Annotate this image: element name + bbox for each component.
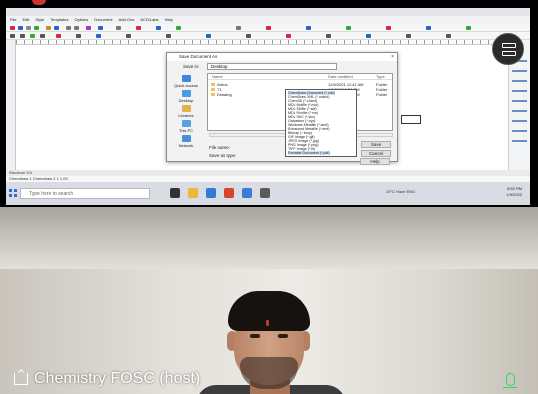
menu-options[interactable]: Options	[75, 16, 89, 24]
participant-name: Chemistry FOSC (host)	[34, 370, 201, 387]
network-icon	[181, 135, 191, 142]
person-eye	[250, 334, 260, 338]
type-option[interactable]: Portable Document (*.pdf)	[288, 151, 330, 155]
date-text: 1/9/2022	[506, 192, 522, 197]
system-tray[interactable]: 19°C Haze ENG	[386, 189, 415, 194]
browser-icon[interactable]	[206, 188, 216, 198]
menu-edit[interactable]: Edit	[22, 16, 29, 24]
save-as-type-label: Save as type:	[209, 153, 237, 158]
drawn-shape	[401, 115, 421, 124]
menu-help[interactable]: Help	[165, 16, 173, 24]
file-row[interactable]: Drawing	[211, 92, 232, 97]
col-name[interactable]: Name	[212, 74, 223, 79]
menu-file[interactable]: File	[10, 16, 16, 24]
desktop-icon	[181, 90, 191, 97]
tilak-mark	[266, 320, 269, 326]
app-icon[interactable]	[224, 188, 234, 198]
nav-network[interactable]: Network	[169, 135, 203, 148]
dialog-title: Save Document As	[167, 53, 397, 61]
nav-desktop[interactable]: Desktop	[169, 90, 203, 103]
star-icon	[181, 75, 191, 82]
file-type: Folder	[376, 92, 388, 97]
share-screen-icon	[14, 373, 28, 385]
menu-document[interactable]: Document	[94, 16, 112, 24]
help-button[interactable]: Help	[360, 158, 390, 165]
app-icon[interactable]	[242, 188, 252, 198]
file-name-label: File name:	[209, 145, 231, 150]
file-type-dropdown[interactable]: ChemDraw Document (*.cdx) ChemDraw XML (…	[285, 89, 357, 157]
close-icon[interactable]: ×	[391, 53, 394, 61]
menu-bar: File Edit Style Templates Options Docume…	[6, 16, 530, 24]
nav-libraries[interactable]: Libraries	[169, 105, 203, 118]
taskbar-search-input[interactable]: Type here to search	[20, 188, 150, 199]
recording-indicator	[32, 0, 46, 5]
nav-quick-access[interactable]: Quick access	[169, 75, 203, 88]
menu-addons[interactable]: Add-Ons	[119, 16, 135, 24]
computer-icon	[181, 120, 191, 127]
ruler	[16, 40, 516, 45]
save-in-select[interactable]: Desktop	[207, 63, 337, 70]
toolbar-drawing	[6, 32, 530, 40]
windows-start-icon[interactable]	[9, 189, 17, 197]
meeting-window: { "meeting": { "participant_name": "Chem…	[0, 0, 538, 394]
person-eye	[278, 334, 288, 338]
toolbar-primary	[6, 24, 530, 32]
webcam-feed	[0, 207, 538, 394]
file-explorer-icon[interactable]	[188, 188, 198, 198]
taskview-icon[interactable]	[170, 188, 180, 198]
folder-icon	[211, 83, 215, 87]
menu-templates[interactable]: Templates	[50, 16, 68, 24]
microphone-icon[interactable]	[503, 373, 517, 388]
chemdraw-icon[interactable]	[260, 188, 270, 198]
ceiling	[0, 207, 538, 269]
participant-label: Chemistry FOSC (host)	[14, 370, 200, 388]
col-type[interactable]: Type	[376, 74, 385, 79]
clock[interactable]: 5:52 PM 1/9/2022	[506, 186, 522, 198]
cancel-button[interactable]: Cancel	[361, 150, 391, 157]
layout-icon	[502, 43, 516, 48]
windows-taskbar: Type here to search 19°C Haze ENG 5:52 P…	[6, 182, 530, 205]
save-in-label: Save in:	[183, 64, 200, 69]
menu-acdlabs[interactable]: ACD/Labs	[140, 16, 158, 24]
layout-icon	[502, 51, 516, 56]
layout-toggle-button[interactable]	[492, 33, 524, 65]
save-dialog: Save Document As × Save in: Desktop Quic…	[166, 52, 398, 162]
app-titlebar	[6, 8, 530, 16]
save-button[interactable]: Save	[361, 141, 391, 148]
left-toolbar[interactable]	[6, 40, 16, 170]
nav-this-pc[interactable]: This PC	[169, 120, 203, 133]
navigation-pane: Quick access Desktop Libraries This PC N…	[169, 75, 203, 157]
column-headers: Name Date modified Type	[208, 74, 392, 80]
shared-screen: File Edit Style Templates Options Docume…	[6, 8, 530, 205]
person-hair	[228, 291, 310, 331]
col-date[interactable]: Date modified	[328, 74, 353, 79]
folder-icon	[211, 93, 215, 97]
menu-style[interactable]: Style	[35, 16, 44, 24]
top-strip	[0, 0, 538, 8]
library-icon	[181, 105, 191, 112]
folder-icon	[211, 88, 215, 92]
